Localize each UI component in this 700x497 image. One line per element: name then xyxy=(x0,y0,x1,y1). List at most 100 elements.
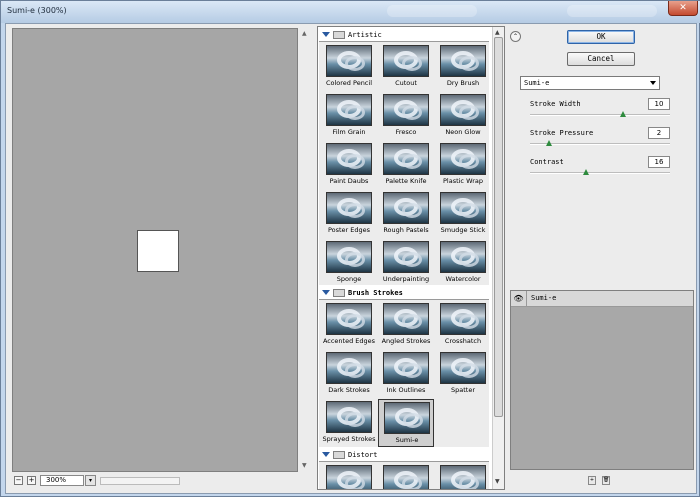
category-header-brush-strokes[interactable]: Brush Strokes xyxy=(320,287,490,299)
slider-handle[interactable] xyxy=(620,111,627,117)
filter-thumb-sponge[interactable]: Sponge xyxy=(321,239,377,287)
filter-thumb[interactable] xyxy=(378,463,434,489)
scroll-down-icon[interactable]: ▼ xyxy=(302,462,307,469)
filter-label: Rough Pastels xyxy=(383,226,429,234)
filter-thumb-neon-glow[interactable]: Neon Glow xyxy=(435,92,491,140)
category-label: Artistic xyxy=(348,31,382,39)
filter-thumb[interactable] xyxy=(435,463,491,489)
filter-label: Sumi-e xyxy=(395,436,419,444)
filter-preview-image xyxy=(326,94,372,126)
filter-label: Sprayed Strokes xyxy=(322,435,376,443)
filter-label: Poster Edges xyxy=(327,226,371,234)
filter-label: Dry Brush xyxy=(446,79,480,87)
new-effect-layer-icon[interactable]: + xyxy=(588,476,596,485)
close-button[interactable]: ✕ xyxy=(668,1,698,16)
chevron-down-icon xyxy=(322,32,330,37)
param-slider[interactable] xyxy=(530,140,670,146)
filter-thumb-underpainting[interactable]: Underpainting xyxy=(378,239,434,287)
category-thumbnails xyxy=(319,461,489,489)
zoom-in-button[interactable]: + xyxy=(27,476,36,485)
filter-preview-image xyxy=(326,45,372,77)
filter-thumb-colored-pencil[interactable]: Colored Pencil xyxy=(321,43,377,91)
cancel-button[interactable]: Cancel xyxy=(567,52,635,66)
slider-handle[interactable] xyxy=(583,169,589,175)
category-label: Brush Strokes xyxy=(348,289,403,297)
filter-label: Cutout xyxy=(395,79,417,87)
chevron-down-icon xyxy=(322,452,330,457)
title-bar-blur xyxy=(387,5,477,17)
zoom-level-field[interactable]: 300% xyxy=(40,475,84,486)
ok-button[interactable]: OK xyxy=(567,30,635,44)
filter-label: Colored Pencil xyxy=(325,79,372,87)
filter-preview-image xyxy=(440,303,486,335)
effect-layers-panel: 👁 Sumi-e xyxy=(510,290,694,470)
filter-thumb-sprayed-strokes[interactable]: Sprayed Strokes xyxy=(321,399,377,447)
preview-hscrollbar[interactable] xyxy=(100,477,180,485)
zoom-out-button[interactable]: − xyxy=(14,476,23,485)
param-label: Stroke Pressure xyxy=(530,129,594,137)
eye-icon[interactable]: 👁 xyxy=(511,291,527,306)
filter-thumb-palette-knife[interactable]: Palette Knife xyxy=(378,141,434,189)
gallery-scroll-thumb[interactable] xyxy=(494,37,503,417)
param-value-field[interactable]: 16 xyxy=(648,156,670,168)
preview-scrollbar[interactable]: ▲ ▼ xyxy=(301,28,311,472)
filter-thumb-rough-pastels[interactable]: Rough Pastels xyxy=(378,190,434,238)
filter-preview-image xyxy=(326,352,372,384)
category-label: Distort xyxy=(348,451,378,459)
param-label: Stroke Width xyxy=(530,100,581,108)
gallery-scrollbar[interactable]: ▲ ▼ xyxy=(492,27,504,489)
filter-thumb-watercolor[interactable]: Watercolor xyxy=(435,239,491,287)
filter-gallery: Artistic Colored Pencil Cutout Dry Brush Fil… xyxy=(317,26,505,490)
param-value-field[interactable]: 10 xyxy=(648,98,670,110)
filter-thumb-ink-outlines[interactable]: Ink Outlines xyxy=(378,350,434,398)
filter-thumb-dry-brush[interactable]: Dry Brush xyxy=(435,43,491,91)
filter-label: Fresco xyxy=(395,128,417,136)
filter-label: Angled Strokes xyxy=(381,337,431,345)
filter-preview-image xyxy=(383,352,429,384)
filter-preview-image xyxy=(440,465,486,489)
filter-thumb-angled-strokes[interactable]: Angled Strokes xyxy=(378,301,434,349)
filter-label: Ink Outlines xyxy=(386,386,426,394)
dialog-body: ▲ ▼ − + 300% ▾ Artistic Colored Pencil Cut… xyxy=(5,23,697,494)
filter-thumb-fresco[interactable]: Fresco xyxy=(378,92,434,140)
delete-effect-layer-icon[interactable]: 🗑 xyxy=(602,476,610,485)
filter-thumb[interactable] xyxy=(321,463,377,489)
filter-preview-image xyxy=(326,143,372,175)
filter-thumb-plastic-wrap[interactable]: Plastic Wrap xyxy=(435,141,491,189)
filter-label: Plastic Wrap xyxy=(442,177,483,185)
category-header-artistic[interactable]: Artistic xyxy=(320,29,490,41)
param-slider[interactable] xyxy=(530,111,670,117)
category-header-distort[interactable]: Distort xyxy=(320,449,490,461)
filter-thumb-poster-edges[interactable]: Poster Edges xyxy=(321,190,377,238)
scroll-up-icon[interactable]: ▲ xyxy=(302,30,307,37)
preview-canvas[interactable] xyxy=(12,28,298,472)
filter-thumb-spatter[interactable]: Spatter xyxy=(435,350,491,398)
filter-thumb-cutout[interactable]: Cutout xyxy=(378,43,434,91)
filter-label: Neon Glow xyxy=(445,128,481,136)
filter-preview-image xyxy=(440,143,486,175)
filter-thumb-accented-edges[interactable]: Accented Edges xyxy=(321,301,377,349)
scroll-up-icon[interactable]: ▲ xyxy=(495,29,500,36)
filter-select[interactable]: Sumi-e xyxy=(520,76,660,90)
collapse-gallery-button[interactable]: ⌃ xyxy=(510,31,521,42)
param-value-field[interactable]: 2 xyxy=(648,127,670,139)
preview-image xyxy=(137,230,179,272)
filter-thumb-crosshatch[interactable]: Crosshatch xyxy=(435,301,491,349)
filter-preview-image xyxy=(383,143,429,175)
filter-preview-image xyxy=(440,94,486,126)
filter-preview-image xyxy=(383,192,429,224)
filter-preview-image xyxy=(383,465,429,489)
filter-thumb-film-grain[interactable]: Film Grain xyxy=(321,92,377,140)
filter-thumb-dark-strokes[interactable]: Dark Strokes xyxy=(321,350,377,398)
scroll-down-icon[interactable]: ▼ xyxy=(495,478,500,485)
slider-handle[interactable] xyxy=(545,140,552,146)
filter-thumb-paint-daubs[interactable]: Paint Daubs xyxy=(321,141,377,189)
param-slider[interactable] xyxy=(530,169,670,175)
zoom-dropdown-button[interactable]: ▾ xyxy=(85,475,96,486)
filter-thumb-smudge-stick[interactable]: Smudge Stick xyxy=(435,190,491,238)
effect-layer-name: Sumi-e xyxy=(531,294,557,302)
effect-layer-row[interactable]: 👁 Sumi-e xyxy=(511,291,693,307)
filter-label: Accented Edges xyxy=(322,337,376,345)
title-bar[interactable]: Sumi-e (300%) ✕ xyxy=(1,1,700,23)
filter-thumb-sumi-e[interactable]: Sumi-e xyxy=(378,399,434,447)
